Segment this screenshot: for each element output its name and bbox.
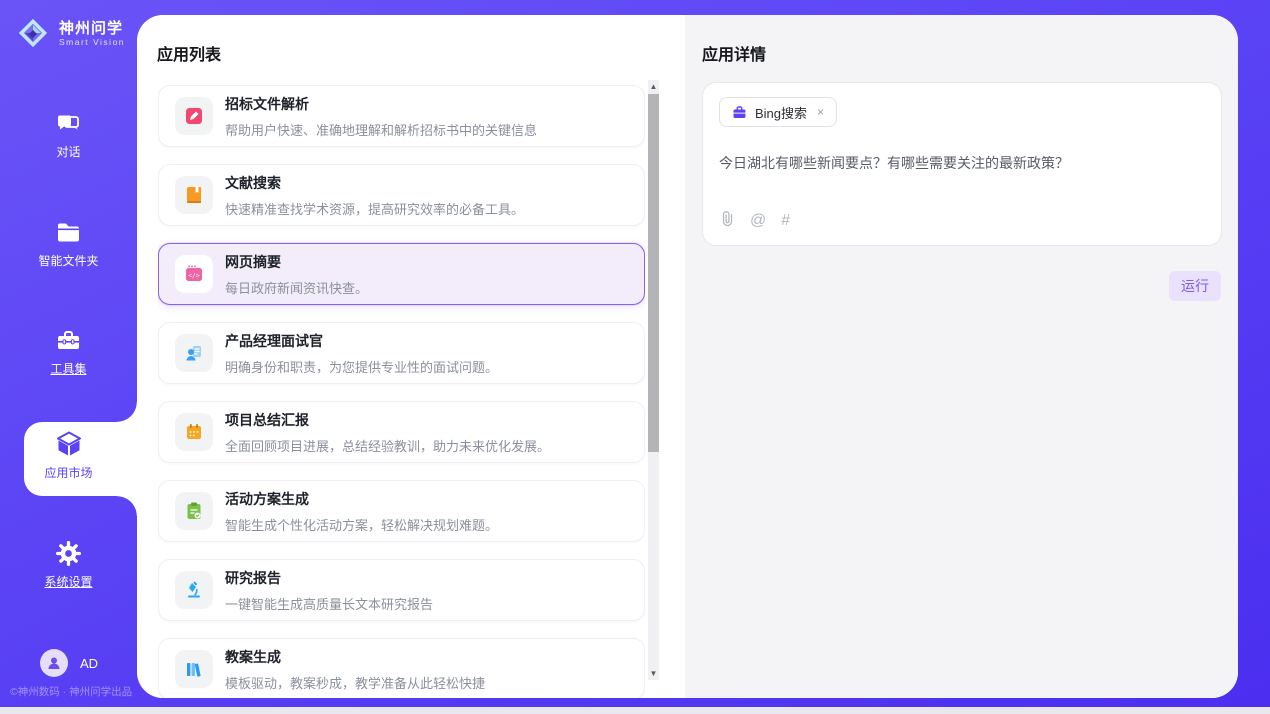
scrollbar-thumb[interactable]	[648, 94, 659, 452]
app-name: 产品经理面试官	[225, 331, 498, 351]
sidebar: 神州问学 Smart Vision 对话 智	[0, 0, 137, 707]
lesson-icon	[175, 650, 213, 688]
sidebar-item-label: 应用市场	[0, 464, 137, 481]
plan-icon	[175, 492, 213, 530]
app-name: 招标文件解析	[225, 94, 537, 114]
app-desc: 快速精准查找学术资源，提高研究效率的必备工具。	[225, 199, 524, 218]
interviewer-icon	[175, 334, 213, 372]
person-icon	[46, 655, 62, 671]
app-card-research-report[interactable]: 研究报告 一键智能生成高质量长文本研究报告	[158, 559, 645, 621]
sidebar-item-settings[interactable]: 系统设置	[0, 540, 137, 590]
tool-tag-label: Bing搜索	[755, 103, 807, 122]
app-card-project-summary[interactable]: 项目总结汇报 全面回顾项目进展，总结经验教训，助力未来优化发展。	[158, 401, 645, 463]
app-list-panel: 应用列表 招标文件解析 帮助用户快速、准确地理解和解析招标书中的关键信息	[137, 15, 685, 698]
brand-name: 神州问学	[59, 20, 125, 37]
sidebar-item-label: 智能文件夹	[0, 252, 137, 269]
user-initials: AD	[80, 656, 98, 671]
book-icon	[175, 176, 213, 214]
app-card-event-plan[interactable]: 活动方案生成 智能生成个性化活动方案，轻松解决规划难题。	[158, 480, 645, 542]
svg-text:</>: </>	[188, 272, 200, 280]
sidebar-item-app-market[interactable]: 应用市场	[0, 430, 137, 481]
query-input-card[interactable]: Bing搜索 × 今日湖北有哪些新闻要点？有哪些需要关注的最新政策？ @ #	[702, 82, 1222, 246]
app-card-literature-search[interactable]: 文献搜索 快速精准查找学术资源，提高研究效率的必备工具。	[158, 164, 645, 226]
user-account[interactable]: AD	[40, 649, 98, 677]
webpage-icon: </>	[175, 255, 213, 293]
app-list: 招标文件解析 帮助用户快速、准确地理解和解析招标书中的关键信息	[158, 85, 645, 698]
app-desc: 智能生成个性化活动方案，轻松解决规划难题。	[225, 515, 498, 534]
app-card-bid-parse[interactable]: 招标文件解析 帮助用户快速、准确地理解和解析招标书中的关键信息	[158, 85, 645, 147]
app-desc: 模板驱动，教案秒成，教学准备从此轻松快捷	[225, 673, 485, 692]
app-name: 文献搜索	[225, 173, 524, 193]
app-name: 网页摘要	[225, 252, 368, 272]
scroll-down-arrow[interactable]: ▼	[648, 667, 659, 680]
summary-icon	[175, 413, 213, 451]
gem-logo-icon	[14, 14, 52, 52]
edit-doc-icon	[175, 97, 213, 135]
brand-tagline: Smart Vision	[59, 37, 125, 47]
query-text[interactable]: 今日湖北有哪些新闻要点？有哪些需要关注的最新政策？	[719, 153, 1205, 173]
close-icon[interactable]: ×	[815, 105, 826, 119]
toolbox-icon	[0, 327, 137, 354]
app-card-lesson-plan[interactable]: 教案生成 模板驱动，教案秒成，教学准备从此轻松快捷	[158, 638, 645, 698]
at-icon[interactable]: @	[750, 213, 766, 229]
sidebar-item-label: 工具集	[0, 360, 137, 377]
app-name: 活动方案生成	[225, 489, 498, 509]
sidebar-item-label: 系统设置	[0, 573, 137, 590]
app-desc: 全面回顾项目进展，总结经验教训，助力未来优化发展。	[225, 436, 550, 455]
app-window: 神州问学 Smart Vision 对话 智	[0, 0, 1270, 707]
app-card-pm-interviewer[interactable]: 产品经理面试官 明确身份和职责，为您提供专业性的面试问题。	[158, 322, 645, 384]
sidebar-item-label: 对话	[0, 143, 137, 160]
research-icon	[175, 571, 213, 609]
cube-icon	[0, 430, 137, 458]
app-desc: 明确身份和职责，为您提供专业性的面试问题。	[225, 357, 498, 376]
app-name: 研究报告	[225, 568, 433, 588]
app-name: 项目总结汇报	[225, 410, 550, 430]
run-button[interactable]: 运行	[1169, 271, 1221, 301]
app-desc: 帮助用户快速、准确地理解和解析招标书中的关键信息	[225, 120, 537, 139]
app-card-web-summary[interactable]: </> 网页摘要 每日政府新闻资讯快查。	[158, 243, 645, 305]
app-desc: 每日政府新闻资讯快查。	[225, 278, 368, 297]
avatar	[40, 649, 68, 677]
briefcase-icon	[732, 105, 747, 120]
main-content: 应用列表 招标文件解析 帮助用户快速、准确地理解和解析招标书中的关键信息	[137, 15, 1238, 698]
app-detail-panel: 应用详情 Bing搜索 × 今日湖北有哪些新闻要点？有哪些需要关注的最新政策？	[685, 15, 1238, 698]
gear-icon	[0, 540, 137, 567]
input-toolbar: @ #	[720, 210, 790, 231]
app-list-title: 应用列表	[137, 15, 685, 65]
scroll-up-arrow[interactable]: ▲	[648, 80, 659, 93]
list-scrollbar[interactable]: ▲ ▼	[648, 80, 659, 680]
app-name: 教案生成	[225, 647, 485, 667]
app-detail-title: 应用详情	[685, 15, 1238, 65]
hash-icon[interactable]: #	[781, 213, 790, 229]
sidebar-item-toolset[interactable]: 工具集	[0, 327, 137, 377]
chat-icon	[0, 110, 137, 137]
sidebar-footer: ©神州数码 · 神州问学出品	[10, 684, 132, 699]
tool-tag-bing-search[interactable]: Bing搜索 ×	[719, 97, 837, 127]
app-desc: 一键智能生成高质量长文本研究报告	[225, 594, 433, 613]
sidebar-item-smart-folder[interactable]: 智能文件夹	[0, 219, 137, 269]
brand-logo: 神州问学 Smart Vision	[14, 14, 125, 52]
sidebar-item-chat[interactable]: 对话	[0, 110, 137, 160]
folder-icon	[0, 219, 137, 246]
paperclip-icon[interactable]	[720, 210, 735, 231]
